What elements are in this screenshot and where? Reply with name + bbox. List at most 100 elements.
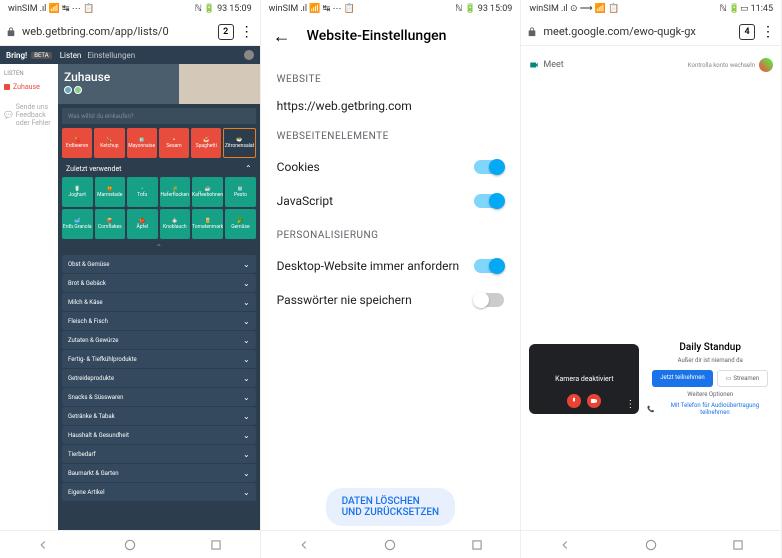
chevron-down-icon: ⌄ [243,260,250,269]
section-elements: WEBSEITENELEMENTE [277,131,505,142]
section-personal: PERSONALISIERUNG [277,230,505,241]
recent-row: 🥣Erdb.Granola 📦Cornflakes 🍎Äpfel 🧄Knobla… [58,209,260,239]
recent-header[interactable]: Zuletzt verwendet⌃ [58,160,260,177]
recent-icon[interactable] [731,538,745,552]
item-tile[interactable]: 🥫Tomatenmark [192,209,223,239]
category-label: Fertig- & Tiefkühlprodukte [68,356,137,363]
home-icon[interactable] [383,538,397,552]
setting-javascript[interactable]: JavaScript [277,184,505,218]
chevron-down-icon: ⌄ [243,469,250,478]
toggle-password[interactable] [474,293,504,307]
chevron-down-icon: ⌄ [243,355,250,364]
toggle-javascript[interactable] [474,194,504,208]
chevron-down-icon: ⌄ [243,393,250,402]
more-options[interactable]: Weitere Optionen [647,391,773,398]
mic-button[interactable] [567,394,581,408]
tab-einstellungen[interactable]: Einstellungen [87,51,135,60]
avatar[interactable] [759,58,773,72]
tab-switcher[interactable]: 2 [218,24,234,40]
item-tile[interactable]: 🥦Gemüse [225,209,256,239]
item-tile[interactable]: 🫙Pesto [225,177,256,207]
sidebar-feedback[interactable]: 💬Sende uns Feedback oder Fehler [4,101,54,129]
item-tile[interactable]: 🧄Knoblauch [160,209,191,239]
item-tile[interactable]: 🍾Ketchup [94,128,124,158]
meet-main: Kamera deaktiviert ⋮ Daily Standup Außer… [529,236,773,522]
item-tile[interactable]: 🍝Spaghetti [191,128,221,158]
recent-icon[interactable] [470,538,484,552]
avatar[interactable] [244,50,254,60]
search-input[interactable]: Was willst du einkaufen? [62,108,256,124]
home-icon[interactable] [644,538,658,552]
present-button[interactable]: ▭Streamen [717,370,768,387]
back-icon[interactable] [36,538,50,552]
meeting-title: Daily Standup [647,342,773,353]
category-label: Brot & Gebäck [68,280,106,287]
settings-header: ← Website-Einstellungen [261,18,521,54]
user-avatar[interactable] [64,86,72,94]
setting-cookies[interactable]: Cookies [277,150,505,184]
tab-switcher[interactable]: 4 [739,24,755,40]
item-tile[interactable]: 🥣Erdb.Granola [62,209,93,239]
category-label: Fleisch & Fisch [68,318,108,325]
item-tile[interactable]: 🍎Äpfel [127,209,158,239]
back-icon[interactable] [558,538,572,552]
category-row[interactable]: Eigene Artikel⌄ [62,483,256,501]
android-nav [521,530,781,558]
setting-desktop[interactable]: Desktop-Website immer anfordern [277,249,505,283]
category-row[interactable]: Milch & Käse⌄ [62,293,256,311]
category-row[interactable]: Getränke & Tabak⌄ [62,407,256,425]
item-tile[interactable]: 🍓Erdbeeren [62,128,92,158]
meet-icon [529,60,539,70]
category-row[interactable]: Obst & Gemüse⌄ [62,255,256,273]
item-tile[interactable]: ☕Kaffeebohnen [192,177,223,207]
url-bar[interactable]: web.getbring.com/app/lists/0 2 ⋮ [0,18,260,46]
reset-button[interactable]: DATEN LÖSCHEN UND ZURÜCKSETZEN [326,488,456,526]
category-row[interactable]: Fleisch & Fisch ⌄ [62,312,256,330]
category-row[interactable]: Haushalt & Gesundheit⌄ [62,426,256,444]
category-row[interactable]: Baumarkt & Garten⌄ [62,464,256,482]
back-icon[interactable] [297,538,311,552]
recent-icon[interactable] [209,538,223,552]
bring-header: Bring! BETA Listen Einstellungen [0,46,260,64]
chevron-up-icon[interactable]: ⌃ [58,241,260,254]
item-tile[interactable]: 🍯Marmelade [95,177,126,207]
phone-icon: 📞 [647,406,654,413]
category-label: Tierbedarf [68,451,96,458]
category-row[interactable]: Brot & Gebäck⌄ [62,274,256,292]
item-tile[interactable]: 🥛Joghurt [62,177,93,207]
chevron-down-icon: ⌄ [243,374,250,383]
item-tile[interactable]: ⚬Sesam [159,128,189,158]
item-tile[interactable]: ▫Tofu [127,177,158,207]
camera-button[interactable] [587,394,601,408]
home-icon[interactable] [123,538,137,552]
category-row[interactable]: Getreideprodukte⌄ [62,369,256,387]
category-row[interactable]: Tierbedarf⌄ [62,445,256,463]
meet-app: Meet Kontrolla konto wechseln Kamera dea… [521,46,781,530]
item-tile[interactable]: 📦Cornflakes [95,209,126,239]
item-tile[interactable]: 🥗Zitronensalat [223,128,255,158]
category-label: Milch & Käse [68,299,103,306]
user-avatar[interactable] [74,86,82,94]
category-row[interactable]: Zutaten & Gewürze⌄ [62,331,256,349]
url-text: web.getbring.com/app/lists/0 [22,25,212,38]
toggle-desktop[interactable] [474,259,504,273]
carrier: winSIM [269,4,299,14]
item-tile[interactable]: 🫙Mayonnaise [127,128,157,158]
tab-listen[interactable]: Listen [60,51,82,60]
video-menu-icon[interactable]: ⋮ [625,399,635,410]
join-button[interactable]: Jetzt teilnehmen [652,370,713,387]
carrier: winSIM [529,4,559,14]
toggle-cookies[interactable] [474,160,504,174]
back-arrow-icon[interactable]: ← [273,26,291,47]
category-row[interactable]: Fertig- & Tiefkühlprodukte ⌄ [62,350,256,368]
phone-join-link[interactable]: 📞Mit Telefon für Audioübertragung teilne… [647,402,773,416]
item-tile[interactable]: 🌾Haferflocken [160,177,191,207]
url-bar[interactable]: meet.google.com/ewo-qugk-gx 4 ⋮ [521,18,781,46]
lock-icon [527,27,537,37]
setting-password[interactable]: Passwörter nie speichern [277,283,505,317]
chevron-down-icon: ⌄ [243,317,250,326]
clock: 11:45 [751,4,773,14]
sidebar-item-zuhause[interactable]: Zuhause [4,81,54,93]
account-switcher[interactable]: Kontrolla konto wechseln [688,62,755,69]
category-row[interactable]: Snacks & Süsswaren⌄ [62,388,256,406]
